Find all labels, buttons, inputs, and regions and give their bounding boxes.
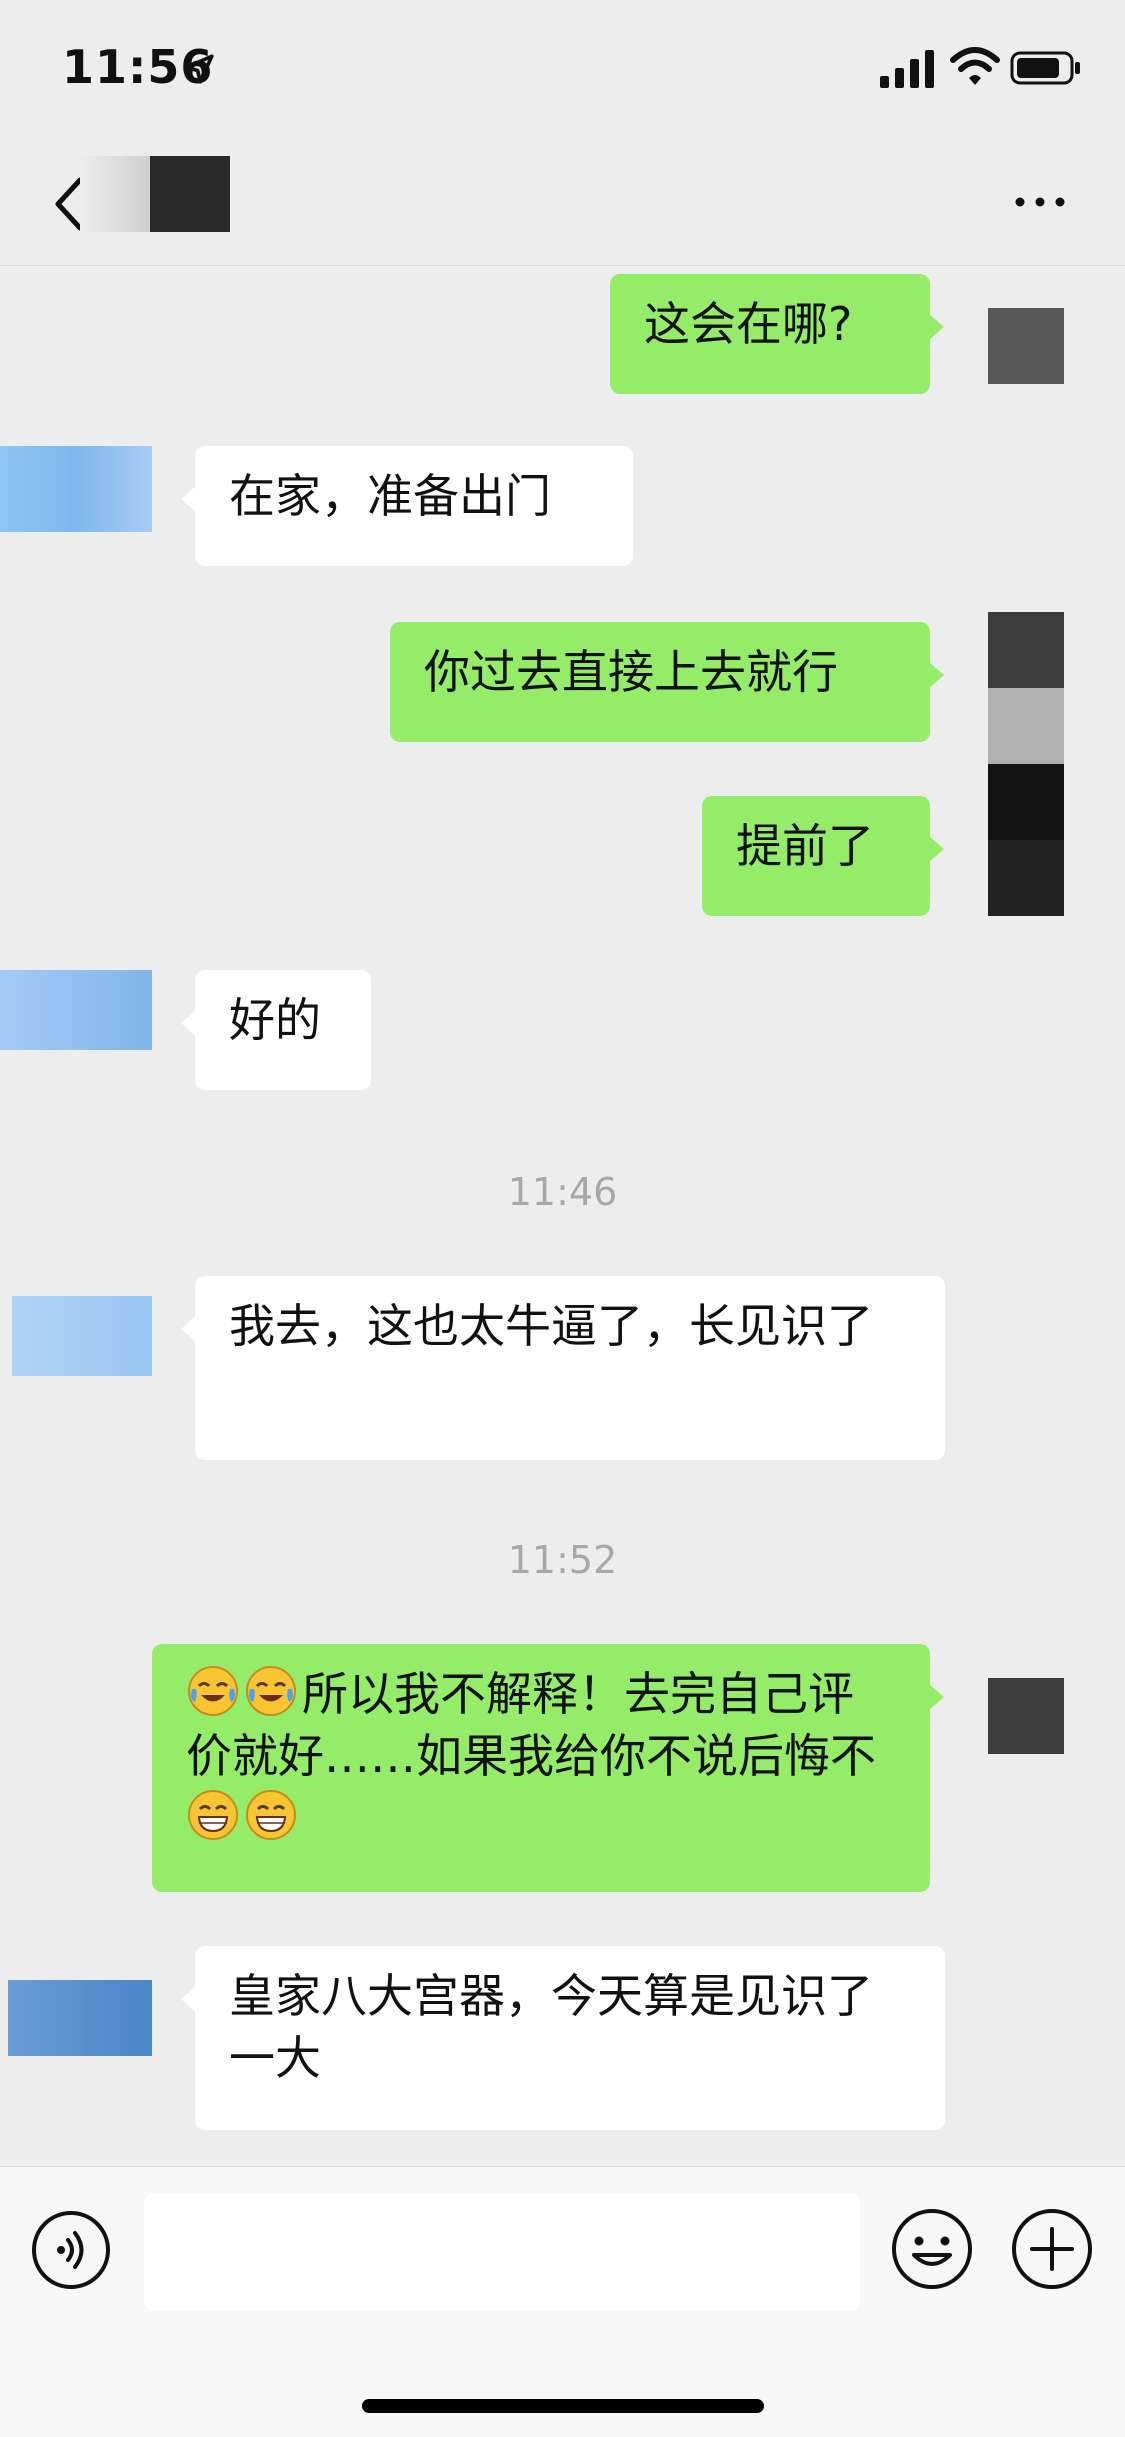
contact-avatar[interactable] bbox=[8, 1980, 152, 2056]
message-text: 你过去直接上去就行 bbox=[424, 645, 838, 699]
message-text: 在家，准备出门 bbox=[229, 469, 551, 523]
plus-more-icon[interactable] bbox=[1010, 2207, 1094, 2291]
message-bubble-incoming[interactable]: 好的 bbox=[181, 970, 371, 1090]
crying-laughing-emoji-icon bbox=[186, 1664, 240, 1718]
message-text: 皇家八大宫器，今天算是见识了一大 bbox=[229, 1969, 873, 2085]
grin-emoji-icon bbox=[186, 1788, 240, 1842]
emoji-picker-icon[interactable] bbox=[890, 2207, 974, 2291]
my-avatar[interactable] bbox=[988, 764, 1064, 916]
location-arrow-icon bbox=[184, 54, 214, 84]
message-bubble-outgoing[interactable]: 所以我不解释！去完自己评价就好……如果我给你不说后悔不 bbox=[152, 1644, 944, 1892]
message-bubble-outgoing[interactable]: 你过去直接上去就行 bbox=[390, 622, 944, 742]
message-bubble-outgoing[interactable]: 这会在哪? bbox=[610, 274, 944, 394]
home-indicator[interactable] bbox=[362, 2399, 764, 2413]
message-bubble-outgoing[interactable]: 提前了 bbox=[702, 796, 944, 916]
more-options-icon[interactable] bbox=[1010, 180, 1070, 224]
message-bubble-incoming[interactable]: 在家，准备出门 bbox=[181, 446, 633, 566]
message-bubble-incoming[interactable]: 皇家八大宫器，今天算是见识了一大 bbox=[181, 1946, 945, 2130]
timestamp-separator: 11:46 bbox=[507, 1170, 618, 1214]
contact-avatar[interactable] bbox=[12, 1296, 152, 1376]
battery-icon bbox=[1010, 51, 1080, 85]
contact-avatar[interactable] bbox=[0, 446, 152, 532]
nav-bar bbox=[0, 140, 1125, 266]
grin-emoji-icon bbox=[244, 1788, 298, 1842]
message-input[interactable] bbox=[144, 2193, 860, 2311]
contact-name-redacted bbox=[80, 156, 230, 232]
wifi-icon bbox=[950, 47, 1000, 85]
my-avatar[interactable] bbox=[988, 1678, 1064, 1754]
message-text: 我去，这也太牛逼了，长见识了 bbox=[229, 1299, 873, 1353]
timestamp-separator: 11:52 bbox=[507, 1538, 618, 1582]
cellular-signal-icon bbox=[880, 50, 934, 88]
message-text: 提前了 bbox=[736, 819, 874, 873]
chat-message-list[interactable]: 这会在哪? 在家，准备出门 你过去直接上去就行 提前了 好的 11:46 我去，… bbox=[0, 266, 1125, 2166]
message-text: 好的 bbox=[229, 993, 321, 1047]
voice-input-icon[interactable] bbox=[30, 2209, 112, 2291]
message-text: 这会在哪? bbox=[644, 297, 853, 351]
my-avatar[interactable] bbox=[988, 308, 1064, 384]
my-avatar[interactable] bbox=[988, 612, 1064, 764]
message-bubble-incoming[interactable]: 我去，这也太牛逼了，长见识了 bbox=[181, 1276, 945, 1460]
input-bar bbox=[0, 2166, 1125, 2437]
crying-laughing-emoji-icon bbox=[244, 1664, 298, 1718]
status-bar: 11:56 bbox=[0, 0, 1125, 140]
contact-avatar[interactable] bbox=[0, 970, 152, 1050]
